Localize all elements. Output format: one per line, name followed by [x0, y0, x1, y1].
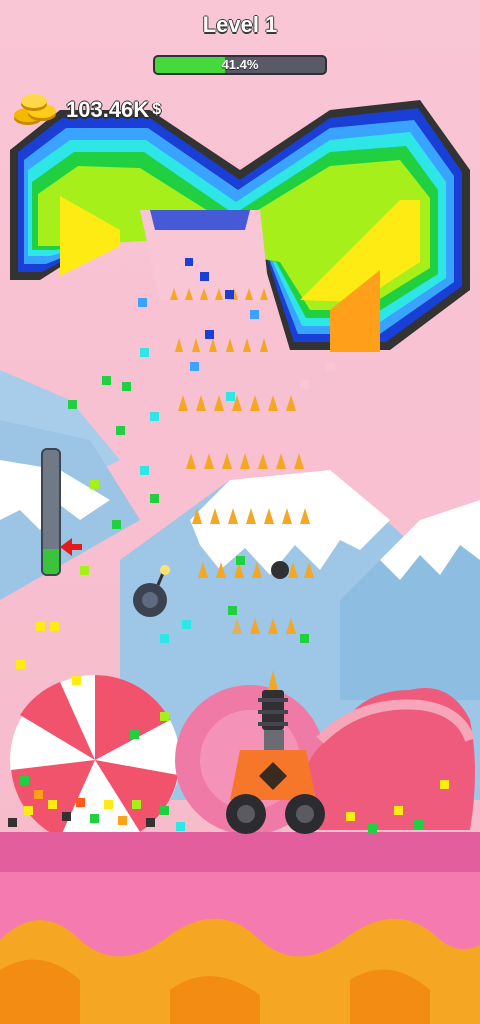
- background: [0, 0, 480, 1024]
- money-value: 103.46K: [66, 97, 150, 122]
- coin-stack-icon: [14, 94, 56, 125]
- level-title: Level 1: [202, 12, 278, 37]
- money-unit: $: [152, 101, 162, 118]
- fuel-gauge: [41, 448, 61, 576]
- fuel-marker-icon: [60, 538, 82, 556]
- level-progress-text: 41.4%: [221, 57, 259, 72]
- level-progress-bar: 41.4%: [153, 55, 327, 75]
- fuel-gauge-fill: [43, 549, 59, 574]
- money-counter: 103.46K $: [10, 92, 161, 128]
- ground: [0, 832, 480, 1024]
- game-scene[interactable]: Level 1 41.4% 103.46K $: [0, 0, 480, 1024]
